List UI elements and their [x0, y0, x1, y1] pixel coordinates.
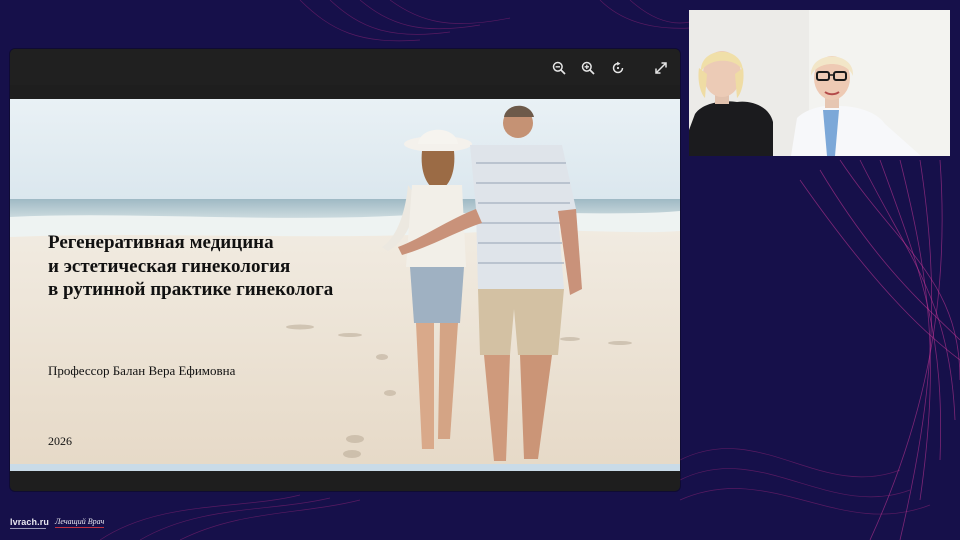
- presentation-slide: Регенеративная медицина и эстетическая г…: [10, 99, 680, 471]
- lechashchiy-vrach-logo: Лечащий Врач: [55, 517, 105, 528]
- zoom-in-button[interactable]: [577, 57, 599, 79]
- viewer-toolbar: [10, 49, 680, 85]
- rotate-button[interactable]: [607, 57, 629, 79]
- slide-viewer-window: Регенеративная медицина и эстетическая г…: [10, 49, 680, 491]
- webcam-speakers-image: [689, 10, 950, 156]
- webcam-video-feed: [689, 10, 950, 156]
- slide-author: Профессор Балан Вера Ефимовна: [48, 363, 236, 378]
- lvrach-logo-underline: [10, 528, 46, 529]
- slide-title: Регенеративная медицина и эстетическая г…: [48, 232, 334, 300]
- rotate-icon: [612, 61, 624, 74]
- zoom-in-icon: [581, 61, 595, 75]
- slide-bottom-bar: [10, 464, 680, 471]
- zoom-out-button[interactable]: [548, 57, 570, 79]
- zoom-out-icon: [552, 61, 566, 75]
- lvrach-logo: lvrach.ru: [10, 517, 49, 527]
- slide-year: 2026: [48, 434, 72, 448]
- fullscreen-button[interactable]: [650, 57, 672, 79]
- fullscreen-icon: [655, 62, 667, 74]
